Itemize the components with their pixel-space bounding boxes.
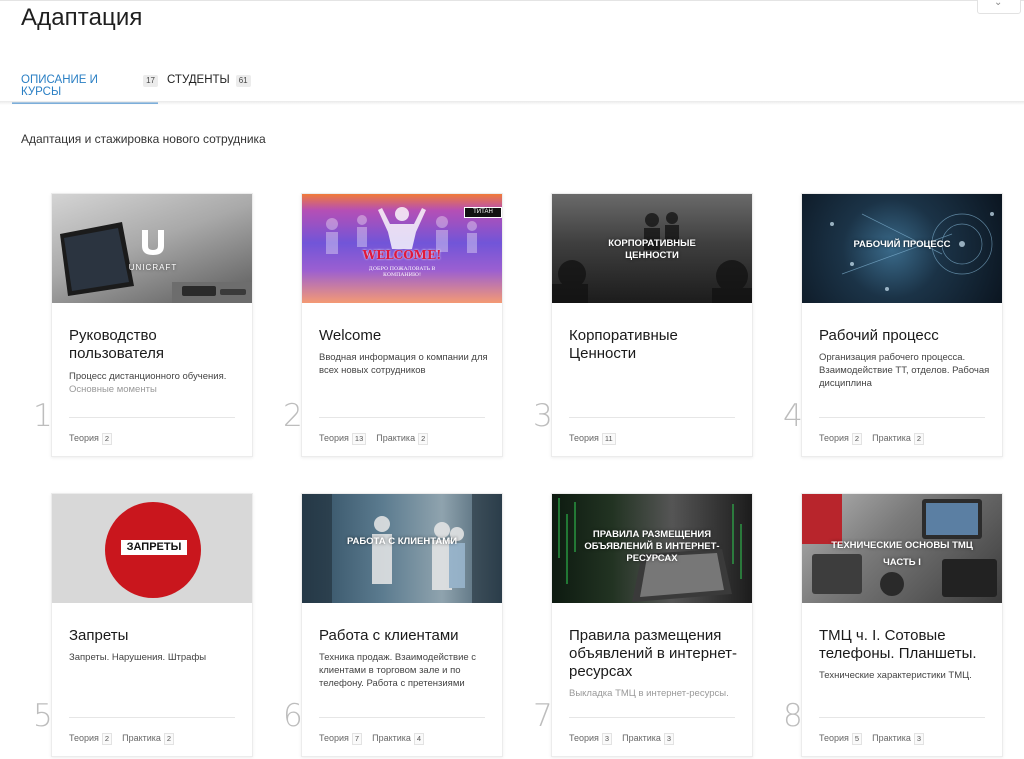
card-divider <box>319 417 485 418</box>
course-thumbnail: ПРАВИЛА РАЗМЕЩЕНИЯ ОБЪЯВЛЕНИЙ В ИНТЕРНЕТ… <box>552 494 752 603</box>
course-thumbnail: РАБОТА С КЛИЕНТАМИ <box>302 494 502 603</box>
course-title: Руководство пользователя <box>69 327 164 362</box>
tag-practice: Практика 4 <box>372 733 425 745</box>
tab-label: Описание и курсы <box>21 74 98 98</box>
header-action-button[interactable]: ⌄ <box>977 0 1021 14</box>
tag-practice: Практика 2 <box>122 733 175 745</box>
course-description: Технические характеристики ТМЦ. <box>819 670 972 681</box>
course-description: Техника продаж. Взаимодействие с клиента… <box>319 652 477 689</box>
course-thumbnail: UNICRAFT <box>52 194 252 303</box>
course-tags: Теория 11 <box>569 433 616 445</box>
thumbnail-text: ТЕХНИЧЕСКИЕ ОСНОВЫ ТМЦ <box>831 540 973 551</box>
card-divider <box>569 417 735 418</box>
course-card[interactable]: ПРАВИЛА РАЗМЕЩЕНИЯ ОБЪЯВЛЕНИЙ В ИНТЕРНЕТ… <box>551 493 753 757</box>
tag-practice: Практика 3 <box>872 733 925 745</box>
tag-theory: Теория 2 <box>69 733 113 745</box>
tag-theory: Теория 13 <box>319 433 367 445</box>
course-number: 5 <box>33 698 53 734</box>
course-number: 3 <box>533 398 553 434</box>
unicraft-logo-icon <box>142 230 164 255</box>
course-title: Запреты <box>69 627 129 644</box>
tab-description-courses[interactable]: Описание и курсы 17 <box>12 74 158 104</box>
course-thumbnail: ТИТАН WELCOME! ДОБРО ПОЖАЛОВАТЬ В КОМПАН… <box>302 194 502 303</box>
card-divider <box>569 717 735 718</box>
course-number: 8 <box>783 698 803 734</box>
thumbnail-text: WELCOME! <box>362 248 442 262</box>
course-description: Организация рабочего процесса. Взаимодей… <box>819 352 990 389</box>
top-divider <box>0 0 1024 3</box>
course-description: Запреты. Нарушения. Штрафы <box>69 652 207 663</box>
thumbnail-text: КОРПОРАТИВНЫЕ ЦЕННОСТИ <box>608 238 696 261</box>
course-thumbnail: КОРПОРАТИВНЫЕ ЦЕННОСТИ <box>552 194 752 303</box>
course-number: 4 <box>783 398 803 434</box>
course-description: Процесс дистанционного обучения. Основные… <box>69 371 227 395</box>
course-tags: Теория 2 Практика 2 <box>819 433 925 445</box>
course-card[interactable]: РАБОЧИЙ ПРОЦЕСС Рабочий процесс Организа… <box>801 193 1003 457</box>
thumbnail-text: ЗАПРЕТЫ <box>121 540 187 555</box>
tag-practice: Практика 2 <box>872 433 925 445</box>
card-divider <box>319 717 485 718</box>
course-number: 1 <box>33 398 53 434</box>
course-card[interactable]: РАБОТА С КЛИЕНТАМИ Работа с клиентами Те… <box>301 493 503 757</box>
thumbnail-text: ПРАВИЛА РАЗМЕЩЕНИЯ ОБЪЯВЛЕНИЙ В ИНТЕРНЕТ… <box>584 529 720 564</box>
course-description: Выкладка ТМЦ в интернет-ресурсы. <box>569 688 729 699</box>
tag-practice: Практика 3 <box>622 733 675 745</box>
thumbnail-text: UNICRAFT <box>128 263 178 272</box>
course-card[interactable]: UNICRAFT Руководство пользователя Процес… <box>51 193 253 457</box>
course-title: Корпоративные Ценности <box>569 327 678 362</box>
card-divider <box>819 717 985 718</box>
course-title: Welcome <box>319 327 382 344</box>
course-card[interactable]: ТЕХНИЧЕСКИЕ ОСНОВЫ ТМЦ ЧАСТЬ I ТМЦ ч. I.… <box>801 493 1003 757</box>
chevron-icon: ⌄ <box>994 0 1003 8</box>
card-divider <box>69 417 235 418</box>
course-number: 7 <box>533 698 553 734</box>
course-card[interactable]: ЗАПРЕТЫ Запреты Запреты. Нарушения. Штра… <box>51 493 253 757</box>
course-tags: Теория 2 Практика 2 <box>69 733 175 745</box>
tab-students[interactable]: Студенты 61 <box>167 74 251 104</box>
tag-theory: Теория 7 <box>319 733 363 745</box>
course-card[interactable]: ТИТАН WELCOME! ДОБРО ПОЖАЛОВАТЬ В КОМПАН… <box>301 193 503 457</box>
course-tags: Теория 13 Практика 2 <box>319 433 429 445</box>
titan-logo: ТИТАН <box>464 207 502 218</box>
course-tags: Теория 7 Практика 4 <box>319 733 425 745</box>
page-title: Адаптация <box>21 4 143 31</box>
course-tags: Теория 5 Практика 3 <box>819 733 925 745</box>
tag-theory: Теория 2 <box>819 433 863 445</box>
tag-theory: Теория 5 <box>819 733 863 745</box>
card-divider <box>819 417 985 418</box>
thumbnail-text: РАБОЧИЙ ПРОЦЕСС <box>853 239 951 250</box>
thumbnail-subtext: ДОБРО ПОЖАЛОВАТЬ В КОМПАНИЮ! <box>368 266 436 278</box>
course-tags: Теория 3 Практика 3 <box>569 733 675 745</box>
tag-theory: Теория 2 <box>69 433 113 445</box>
course-title: Правила размещения объявлений в интернет… <box>569 627 738 680</box>
course-description: Вводная информация о компании для всех н… <box>319 352 488 376</box>
thumbnail-text: РАБОТА С КЛИЕНТАМИ <box>346 536 458 547</box>
course-number: 2 <box>283 398 303 434</box>
tag-practice: Практика 2 <box>376 433 429 445</box>
course-thumbnail: РАБОЧИЙ ПРОЦЕСС <box>802 194 1002 303</box>
tag-theory: Теория 3 <box>569 733 613 745</box>
tab-count-badge: 61 <box>235 75 251 87</box>
thumbnail-subtext: ЧАСТЬ I <box>883 557 921 568</box>
course-title: ТМЦ ч. I. Сотовые телефоны. Планшеты. <box>819 627 977 662</box>
course-card[interactable]: КОРПОРАТИВНЫЕ ЦЕННОСТИ Корпоративные Цен… <box>551 193 753 457</box>
tag-theory: Теория 11 <box>569 433 616 445</box>
tab-count-badge: 17 <box>143 75 158 87</box>
course-thumbnail: ТЕХНИЧЕСКИЕ ОСНОВЫ ТМЦ ЧАСТЬ I <box>802 494 1002 603</box>
course-title: Рабочий процесс <box>819 327 939 344</box>
course-thumbnail: ЗАПРЕТЫ <box>52 494 252 603</box>
tab-bar: Описание и курсы 17 Студенты 61 <box>0 60 1024 104</box>
card-divider <box>69 717 235 718</box>
course-tags: Теория 2 <box>69 433 113 445</box>
store-clients-illustration <box>302 494 502 603</box>
course-title: Работа с клиентами <box>319 627 459 644</box>
course-number: 6 <box>283 698 303 734</box>
tab-bar-shadow <box>0 101 1024 105</box>
tab-label: Студенты <box>167 74 230 86</box>
page-description: Адаптация и стажировка нового сотрудника <box>21 132 266 146</box>
